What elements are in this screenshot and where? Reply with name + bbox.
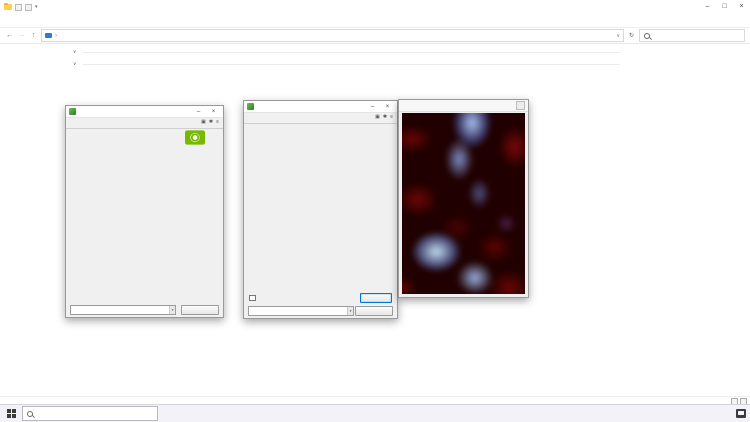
- settings-gear-icon[interactable]: [383, 114, 387, 120]
- gpuz-title-bar: [66, 106, 223, 118]
- minimize-button[interactable]: [192, 109, 205, 115]
- gpuz-tab-bar: [66, 118, 223, 129]
- checkbox-icon[interactable]: [249, 294, 256, 302]
- render-test-pattern: [402, 113, 525, 294]
- maximize-button[interactable]: [716, 0, 733, 14]
- screenshot-camera-icon[interactable]: [375, 114, 380, 120]
- screenshot-camera-icon[interactable]: [201, 119, 206, 125]
- desktop: ▾ ›: [0, 0, 750, 422]
- breadcrumb-chevron: ›: [55, 32, 57, 39]
- ribbon-tabs: [0, 14, 750, 28]
- sensor-list: [244, 124, 397, 126]
- address-bar-row: ›: [0, 28, 750, 44]
- render-test-window: [398, 99, 529, 298]
- group-header-folders[interactable]: [73, 49, 750, 55]
- gpuz-graphics-card-window: [65, 105, 224, 318]
- search-icon: [644, 32, 650, 39]
- gpuz-close-button[interactable]: [355, 305, 393, 316]
- collapse-chevron-icon[interactable]: [73, 49, 76, 55]
- gpu-select-dropdown[interactable]: [70, 304, 176, 315]
- gpuz-title-bar: [244, 101, 397, 113]
- group-header-devices[interactable]: [73, 61, 750, 67]
- taskbar-search-input[interactable]: [22, 406, 158, 421]
- navigation-pane: [0, 44, 64, 396]
- gpuz-tab-bar: [244, 113, 397, 124]
- close-button[interactable]: [733, 0, 750, 14]
- back-icon[interactable]: [5, 32, 14, 39]
- forward-icon[interactable]: [17, 32, 26, 39]
- close-button[interactable]: [207, 109, 220, 115]
- gpuz-app-icon: [69, 108, 76, 115]
- address-bar[interactable]: ›: [41, 29, 624, 42]
- gpuz-sensors-window: [243, 100, 398, 319]
- minimize-button[interactable]: [699, 0, 716, 14]
- gpuz-close-button[interactable]: [181, 304, 219, 315]
- render-test-canvas: [402, 113, 525, 294]
- nvidia-eye-icon: [185, 130, 205, 145]
- address-dropdown-icon[interactable]: [616, 33, 620, 39]
- gpu-select-dropdown[interactable]: [248, 305, 354, 316]
- start-button[interactable]: [0, 405, 22, 422]
- render-test-title-bar: [399, 100, 528, 112]
- settings-gear-icon[interactable]: [209, 119, 213, 125]
- window-button[interactable]: [516, 101, 525, 110]
- pc-icon: [45, 33, 52, 38]
- system-tray: [726, 409, 750, 418]
- taskbar: [0, 404, 750, 422]
- close-button[interactable]: [381, 104, 394, 110]
- action-center-icon[interactable]: [736, 409, 746, 418]
- windows-logo-icon: [6, 409, 16, 418]
- divider: [82, 51, 620, 53]
- reset-button[interactable]: [360, 293, 392, 303]
- explorer-title-bar: ▾: [0, 0, 750, 14]
- log-to-file-checkbox[interactable]: [249, 294, 258, 302]
- gpuz-app-icon: [247, 103, 254, 110]
- quick-access-toolbar-icon[interactable]: [15, 3, 22, 11]
- nvidia-logo: [172, 130, 218, 145]
- menu-icon[interactable]: [216, 119, 219, 125]
- quick-access-dropdown-icon[interactable]: ▾: [35, 4, 38, 10]
- search-icon: [27, 410, 33, 417]
- collapse-chevron-icon[interactable]: [73, 61, 76, 67]
- chevron-down-icon[interactable]: [347, 306, 353, 315]
- chevron-down-icon[interactable]: [169, 305, 175, 314]
- up-icon[interactable]: [29, 32, 38, 39]
- minimize-button[interactable]: [366, 104, 379, 110]
- refresh-icon[interactable]: [627, 32, 636, 39]
- menu-icon[interactable]: [390, 114, 393, 120]
- explorer-app-icon: [4, 2, 12, 10]
- quick-access-toolbar-icon[interactable]: [25, 3, 32, 11]
- explorer-search-input[interactable]: [639, 29, 745, 42]
- divider: [82, 63, 620, 65]
